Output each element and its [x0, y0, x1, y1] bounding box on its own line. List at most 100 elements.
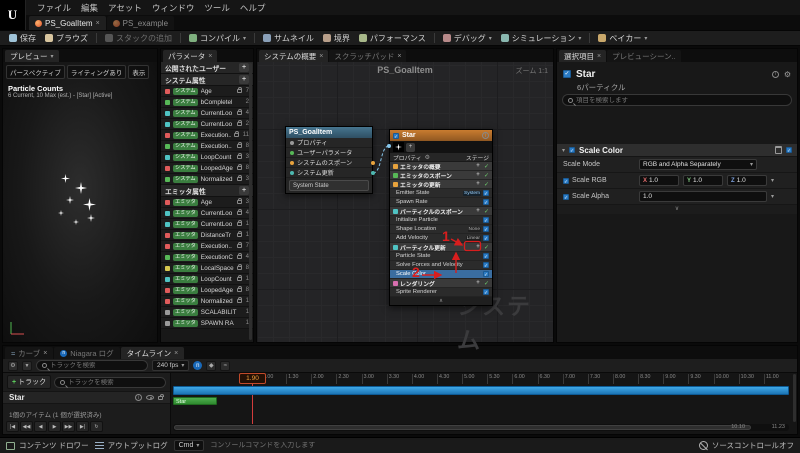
menu-file[interactable]: ファイル [32, 1, 76, 15]
parameter-row[interactable]: システム LoopCount 3 [161, 152, 253, 163]
tab-preview-scene[interactable]: プレビューシーン.. [607, 50, 681, 62]
info-icon[interactable]: i [135, 394, 142, 401]
add-module-icon[interactable]: + [474, 172, 482, 178]
range-thumb[interactable] [174, 425, 751, 430]
info-icon[interactable]: i [482, 132, 489, 139]
system-node-row[interactable]: プロパティ [286, 138, 372, 148]
cmd-selector[interactable]: Cmd ▾ [173, 440, 205, 451]
add-parameter-icon[interactable]: + [239, 186, 249, 195]
emitter-track-bar[interactable]: Star [173, 397, 217, 405]
system-node-row[interactable]: ユーザーパラメータ [286, 148, 372, 158]
system-node-row[interactable]: システムのスポーン [286, 158, 372, 168]
stack-section-エミッタの更新[interactable]: エミッタの更新 + ✓ [390, 180, 492, 189]
lock-icon[interactable] [158, 393, 164, 400]
browse-button[interactable]: ブラウズ [41, 32, 92, 45]
chevron-down-icon[interactable]: ▾ [771, 193, 774, 200]
emitter-node-star[interactable]: Star i + プロパティ ⚙ ステージ エミッタの概要 + ✓ エミッタのス… [389, 129, 493, 306]
transport-button[interactable]: ▶ [48, 421, 61, 432]
parameter-row[interactable]: エミッタ LoopCount 1 [161, 274, 253, 285]
parameter-row[interactable]: システム CurrentLoo 2 [161, 119, 253, 130]
curve-editor-icon[interactable]: ≈ [220, 360, 231, 371]
gear-icon[interactable]: ⚙ [784, 70, 791, 79]
emitter-node-header[interactable]: Star i [390, 130, 492, 141]
menu-edit[interactable]: 編集 [76, 1, 103, 15]
perspective-button[interactable]: パースペクティブ [6, 65, 65, 79]
performance-button[interactable]: パフォーマンス [355, 32, 430, 45]
system-node-row[interactable]: システム更新 [286, 168, 372, 178]
menu-window[interactable]: ウィンドウ [147, 1, 200, 15]
filter-icon[interactable]: ▼ [22, 360, 32, 371]
scale-rgb-z-field[interactable]: Z 1.0 [727, 175, 767, 186]
tab-curves[interactable]: ≈ カーブ × [5, 347, 54, 359]
output-log-button[interactable]: アウトプットログ [94, 440, 168, 451]
add-emitter-icon[interactable]: + [406, 142, 415, 152]
system-track-bar[interactable] [173, 386, 789, 395]
module-enabled-checkbox[interactable] [483, 199, 489, 205]
info-icon[interactable]: i [771, 70, 779, 78]
chevron-down-icon[interactable]: ▾ [562, 147, 565, 154]
scale-alpha-field[interactable]: 1.0 [639, 191, 767, 202]
module-Sprite Renderer[interactable]: Sprite Renderer [390, 288, 492, 297]
add-module-icon[interactable]: + [474, 244, 482, 250]
parameter-row[interactable]: システム Execution.. 11 [161, 130, 253, 141]
asset-tab-ps-example[interactable]: PS_example [106, 16, 175, 30]
parameter-row[interactable]: エミッタ CurrentLoo 1 [161, 219, 253, 230]
track-search-input[interactable] [50, 362, 142, 369]
save-button[interactable]: 保存 [5, 32, 40, 45]
gear-icon[interactable]: ⚙ [8, 360, 18, 371]
collapse-node-button[interactable]: ∧ [390, 297, 492, 305]
system-node-header[interactable]: PS_GoalItem [286, 127, 372, 138]
transport-button[interactable]: ▶| [76, 421, 89, 432]
baker-button[interactable]: ベイカー ▾ [594, 32, 651, 45]
chevron-down-icon[interactable]: ▾ [771, 177, 774, 184]
selection-search-input[interactable] [576, 96, 786, 104]
track-filter-input[interactable] [68, 378, 160, 386]
console-command-input[interactable] [210, 442, 381, 449]
close-icon[interactable]: × [208, 53, 212, 60]
chevron-down-icon[interactable]: ▾ [243, 35, 246, 42]
delete-module-icon[interactable] [775, 146, 782, 154]
transport-button[interactable]: |◀ [6, 421, 19, 432]
visibility-icon[interactable] [146, 395, 154, 400]
transport-button[interactable]: ◀ [34, 421, 47, 432]
close-icon[interactable]: × [174, 350, 178, 357]
properties-label[interactable]: プロパティ [393, 153, 422, 162]
current-time-marker[interactable]: 1.90 [239, 373, 266, 384]
tab-preview[interactable]: プレビュー ▾ [5, 50, 59, 62]
module-enabled-checkbox[interactable] [483, 271, 489, 277]
track-row-star[interactable]: Star i [3, 391, 170, 404]
unreal-logo[interactable]: U [0, 0, 26, 30]
tab-timeline[interactable]: タイムライン × [120, 347, 185, 359]
stack-section-パーティクル更新[interactable]: パーティクル更新 + ✓ [390, 243, 492, 252]
transport-button[interactable]: ↻ [90, 421, 103, 432]
section-published-users[interactable]: 公開されたユーザー + [161, 62, 253, 74]
parameter-row[interactable]: エミッタ LoopedAge 8 [161, 285, 253, 296]
asset-tab-ps-goalitem[interactable]: PS_GoalItem × [29, 16, 106, 30]
tab-scratch-pad[interactable]: スクラッチパッド × [329, 50, 407, 62]
module-Particle State[interactable]: Particle State [390, 252, 492, 261]
scrollbar[interactable] [793, 374, 796, 422]
module-enabled-checkbox[interactable] [483, 217, 489, 223]
add-module-icon[interactable]: + [474, 163, 482, 169]
section-emitter-attributes[interactable]: エミッタ属性 + [161, 185, 253, 197]
emitter-enabled-checkbox[interactable] [563, 70, 571, 78]
stack-section-パーティクルのスポーン[interactable]: パーティクルのスポーン + ✓ [390, 207, 492, 216]
stage-label[interactable]: ステージ [466, 153, 489, 162]
scale-rgb-y-field[interactable]: Y 1.0 [683, 175, 723, 186]
module-enabled-checkbox[interactable] [483, 226, 489, 232]
add-track-button[interactable]: + トラック [7, 375, 52, 389]
module-Emitter State[interactable]: Emitter State System [390, 189, 492, 198]
compile-button[interactable]: コンパイル ▾ [185, 32, 250, 45]
tab-system-overview[interactable]: システムの概要 × [259, 50, 329, 62]
timeline-ruler[interactable]: 1.00 1.30 2.00 2.30 3.00 3.30 4.00 4.30 5.00 5.30… [261, 374, 789, 384]
apply-scratch-button[interactable]: スタックの追加 [101, 32, 176, 45]
parameter-row[interactable]: システム LoopedAge 8 [161, 163, 253, 174]
parameter-row[interactable]: システム CurrentLoo 4 [161, 108, 253, 119]
scale-rgb-checkbox[interactable] [563, 177, 569, 184]
add-module-icon[interactable]: + [474, 181, 482, 187]
lit-mode-button[interactable]: ライティングあり [66, 65, 127, 79]
gear-icon[interactable]: ⚙ [425, 154, 430, 161]
chevron-down-icon[interactable]: ▾ [489, 35, 492, 42]
close-icon[interactable]: × [397, 53, 401, 60]
section-system-attributes[interactable]: システム属性 + [161, 74, 253, 86]
